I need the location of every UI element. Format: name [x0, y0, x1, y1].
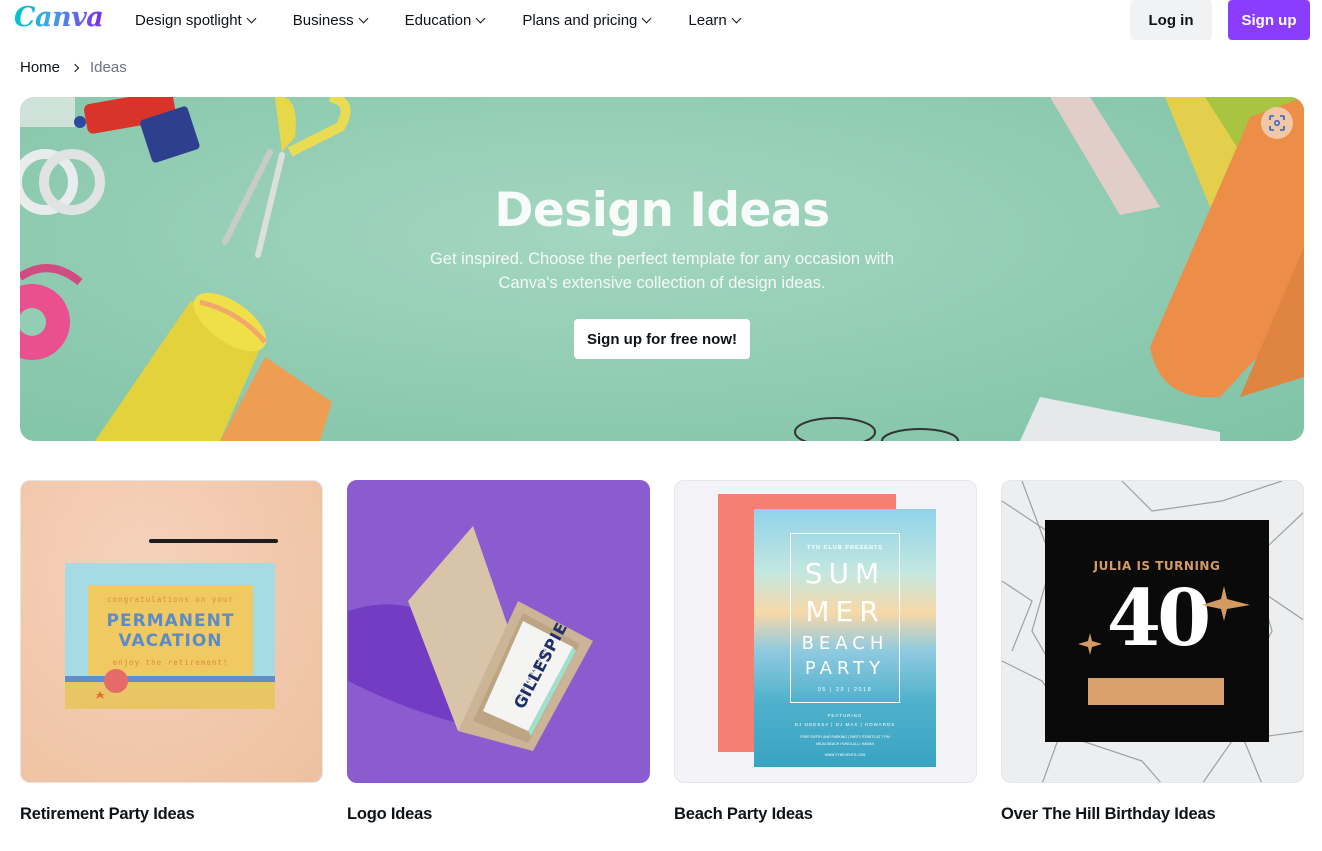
breadcrumb-home[interactable]: Home — [20, 59, 60, 76]
retirement-line1: congratulations on your — [107, 595, 234, 604]
retirement-line2: PERMANENT — [106, 611, 235, 631]
nav-education[interactable]: Education — [404, 11, 486, 29]
beach-featuring: FEATURING — [827, 713, 863, 718]
hero-title: Design Ideas — [494, 183, 830, 238]
chevron-down-icon — [358, 13, 369, 23]
logo-card-image — [348, 526, 593, 751]
top-nav: Canva Design spotlight Business Educatio… — [0, 0, 1322, 40]
beach-venue: MEJIA BEACH HONOLULU, HAWAII — [816, 742, 874, 746]
nav-label: Plans and pricing — [522, 11, 638, 29]
card-thumbnail[interactable]: TYN CLUB PRESENTS SUM MER BEACH PARTY 05… — [674, 480, 977, 783]
card-thumbnail[interactable]: congratulations on your PERMANENT VACATI… — [20, 480, 323, 783]
nav-label: Learn — [688, 11, 727, 29]
beach-date: 05 | 23 | 2018 — [817, 687, 873, 693]
idea-card-birthday[interactable]: JULIA IS TURNING 40 Over The Hill Birthd… — [1001, 480, 1304, 824]
retirement-line3: VACATION — [118, 631, 223, 651]
nav-design-spotlight[interactable]: Design spotlight — [135, 11, 257, 29]
visual-search-icon — [1269, 115, 1285, 131]
idea-card-retirement[interactable]: congratulations on your PERMANENT VACATI… — [20, 480, 323, 824]
card-title[interactable]: Over The Hill Birthday Ideas — [1001, 805, 1304, 824]
hero-subtitle: Get inspired. Choose the perfect templat… — [429, 250, 895, 292]
card-thumbnail[interactable]: JULIA IS TURNING 40 — [1001, 480, 1304, 783]
beach-djs: DJ ODESSA | DJ MAX | HOWARDS — [794, 722, 896, 727]
hero-banner: Design Ideas Get inspired. Choose the pe… — [20, 97, 1304, 441]
beach-url: WWW.TYNEVENTS.COM — [824, 753, 866, 757]
nav-learn[interactable]: Learn — [688, 11, 742, 29]
breadcrumb-current: Ideas — [90, 59, 127, 76]
card-thumbnail[interactable]: GILLESPIE BESPOKE TAILORING — [347, 480, 650, 783]
chevron-right-icon — [70, 63, 80, 72]
beach-info: FREE ENTRY AND PARKING | PARTY STARTS AT… — [800, 735, 890, 739]
idea-card-beach[interactable]: TYN CLUB PRESENTS SUM MER BEACH PARTY 05… — [674, 480, 977, 824]
birthday-info-box — [1088, 678, 1224, 705]
chevron-down-icon — [475, 13, 486, 23]
nav-business[interactable]: Business — [292, 11, 369, 29]
idea-card-logo[interactable]: GILLESPIE BESPOKE TAILORING Logo Ideas — [347, 480, 650, 824]
main-nav: Design spotlight Business Education Plan… — [135, 0, 778, 40]
sparkle-icon — [1078, 586, 1250, 655]
chevron-down-icon — [246, 13, 257, 23]
beach-line4: PARTY — [804, 658, 886, 679]
beach-presenter: TYN CLUB PRESENTS — [807, 545, 883, 551]
login-button[interactable]: Log in — [1130, 0, 1212, 40]
beach-line2: MER — [805, 595, 885, 628]
signup-free-button[interactable]: Sign up for free now! — [574, 319, 750, 359]
card-title[interactable]: Retirement Party Ideas — [20, 805, 323, 824]
nav-label: Design spotlight — [135, 11, 242, 29]
retirement-line4: enjoy the retirement! — [112, 658, 229, 667]
nav-plans-pricing[interactable]: Plans and pricing — [522, 11, 652, 29]
chevron-down-icon — [641, 13, 652, 23]
card-title[interactable]: Logo Ideas — [347, 805, 650, 824]
nav-label: Education — [404, 11, 472, 29]
beach-line3: BEACH — [801, 633, 889, 654]
chevron-down-icon — [731, 13, 742, 23]
canva-logo[interactable]: Canva — [14, 2, 104, 33]
visual-search-button[interactable] — [1261, 107, 1293, 139]
card-title[interactable]: Beach Party Ideas — [674, 805, 977, 824]
signup-button[interactable]: Sign up — [1228, 0, 1310, 40]
breadcrumb: Home Ideas — [20, 59, 127, 76]
nav-label: Business — [292, 11, 354, 29]
beach-line1: SUM — [804, 557, 886, 590]
